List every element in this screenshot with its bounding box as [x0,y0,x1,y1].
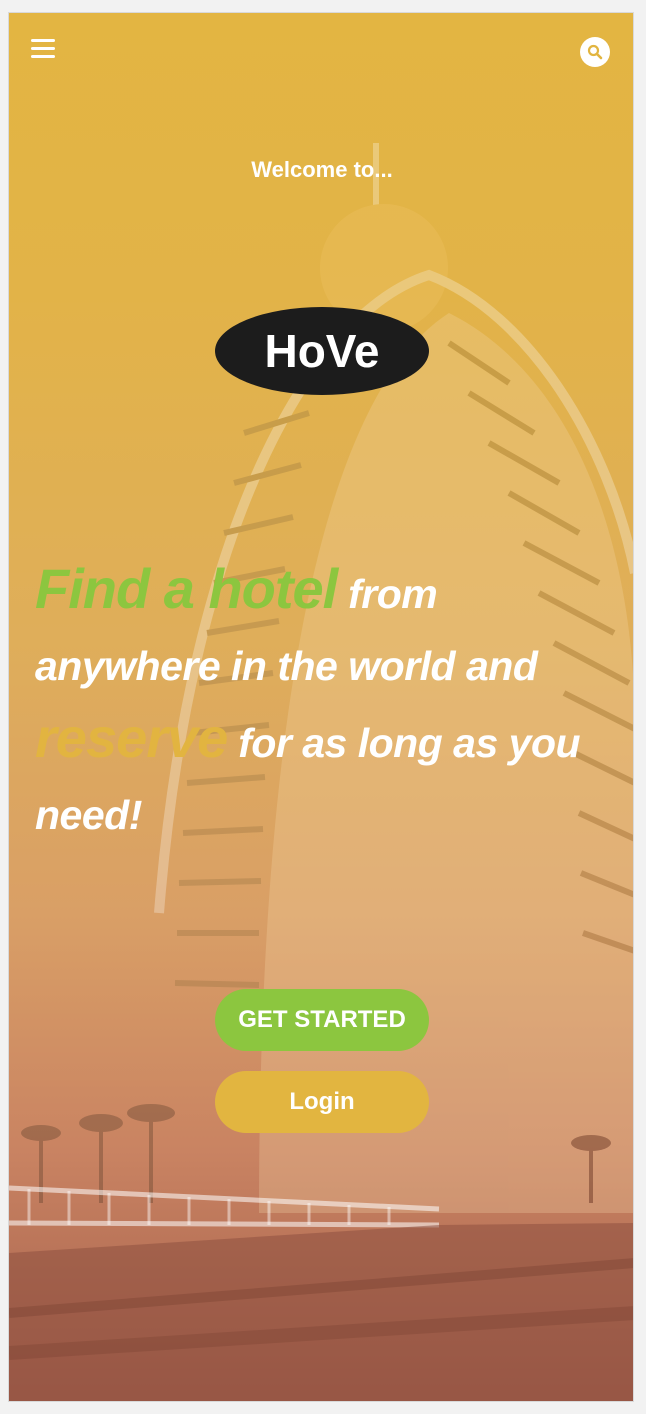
hero-headline: Find a hotel from anywhere in the world … [35,553,615,851]
welcome-text: Welcome to... [251,157,393,182]
headline-highlight-find: Find a hotel [35,557,338,620]
app-logo: HoVe [215,307,429,395]
hamburger-menu-icon[interactable] [31,39,55,61]
landing-screen: Welcome to... HoVe Find a hotel from any… [8,12,634,1402]
search-button[interactable] [580,37,610,67]
login-button[interactable]: Login [215,1071,429,1133]
search-icon [587,44,603,60]
headline-highlight-reserve: reserve [35,706,228,769]
get-started-button[interactable]: GET STARTED [215,989,429,1051]
